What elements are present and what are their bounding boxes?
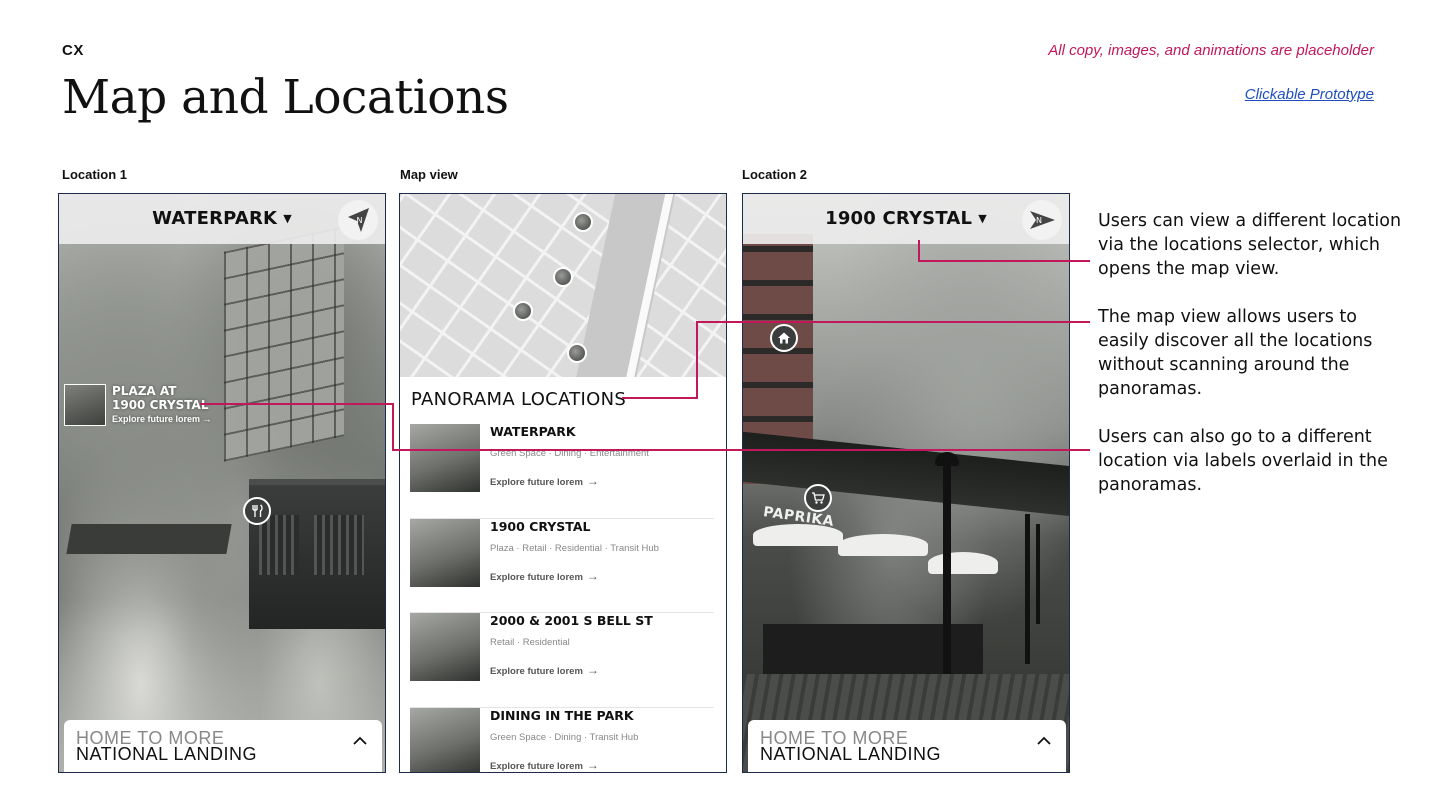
map[interactable]: [400, 194, 726, 377]
chevron-up-icon[interactable]: [352, 736, 368, 746]
page-title: Map and Locations: [62, 70, 509, 125]
explore-link-label: Explore future lorem: [490, 477, 583, 488]
annotation-labels: Users can also go to a different locatio…: [1098, 427, 1388, 495]
explore-link[interactable]: Explore future lorem →: [490, 474, 599, 488]
poi-title-line1: PLAZA AT: [112, 384, 177, 398]
umbrella: [838, 534, 928, 556]
location-selector[interactable]: 1900 CRYSTAL ▼: [743, 208, 1069, 229]
poi-thumbnail: [64, 384, 106, 426]
explore-link[interactable]: Explore future lorem →: [490, 569, 599, 583]
location-thumbnail: [410, 518, 480, 587]
location-tags: Green Space · Dining · Entertainment: [490, 448, 649, 459]
location-tags: Plaza · Retail · Residential · Transit H…: [490, 542, 659, 554]
arrow-right-icon: →: [586, 757, 599, 772]
location-name: WATERPARK: [490, 424, 576, 439]
street-lamp: [943, 459, 951, 674]
retail-pin[interactable]: [804, 484, 832, 512]
arrow-right-icon: →: [586, 663, 599, 677]
arrow-right-icon: →: [586, 474, 599, 488]
chevron-up-icon[interactable]: [1036, 736, 1052, 746]
home-icon: [778, 332, 790, 344]
location-tags: Green Space · Dining · Transit Hub: [490, 731, 639, 743]
explore-link-label: Explore future lorem: [490, 666, 583, 677]
kiosk: [249, 479, 385, 629]
explore-link[interactable]: Explore future lorem →: [490, 663, 599, 677]
map-pin[interactable]: [567, 343, 587, 363]
explore-link-label: Explore future lorem: [490, 760, 583, 772]
location-name: 1900 CRYSTAL: [490, 518, 591, 534]
info-card[interactable]: HOME TO MORE NATIONAL LANDING: [748, 720, 1066, 772]
placeholder-note: All copy, images, and animations are pla…: [1048, 42, 1374, 59]
mapview-screen: PANORAMA LOCATIONS WATERPARK Green Space…: [399, 193, 727, 773]
info-card[interactable]: HOME TO MORE NATIONAL LANDING: [64, 720, 382, 772]
clickable-prototype-link[interactable]: Clickable Prototype: [1245, 86, 1374, 103]
location-thumbnail: [410, 424, 480, 492]
card-line2: NATIONAL LANDING: [760, 744, 942, 764]
annotation-selector: Users can view a different location via …: [1098, 211, 1402, 279]
compass-button[interactable]: N: [338, 200, 378, 240]
arrow-right-icon: →: [586, 568, 599, 583]
street-lamp: [1025, 514, 1030, 664]
building-facade: [224, 226, 344, 462]
location1-screen: WATERPARK ▼ N PLAZA AT 1900 CRYSTAL Explo…: [58, 193, 386, 773]
list-item[interactable]: 2000 & 2001 S BELL ST Retail · Residenti…: [410, 613, 714, 708]
compass-icon: N: [1030, 211, 1055, 229]
poi-explore-link[interactable]: Explore future lorem →: [112, 414, 212, 424]
umbrella: [753, 524, 843, 546]
street-lamp: [1036, 524, 1040, 624]
compass-n: N: [357, 216, 363, 225]
dining-pin[interactable]: [243, 497, 271, 525]
poi-title-line2: 1900 CRYSTAL: [112, 398, 209, 412]
location-tags: Retail · Residential: [490, 637, 570, 648]
caret-down-icon: ▼: [283, 212, 292, 225]
residential-pin[interactable]: [770, 324, 798, 352]
annotation-mapview: The map view allows users to easily disc…: [1098, 307, 1373, 399]
compass-button[interactable]: N: [1022, 200, 1062, 240]
list-item[interactable]: DINING IN THE PARK Green Space · Dining …: [410, 707, 714, 772]
list-item[interactable]: WATERPARK Green Space · Dining · Enterta…: [410, 424, 714, 519]
location-selector[interactable]: WATERPARK ▼: [59, 208, 385, 229]
map-pin[interactable]: [513, 301, 533, 321]
location-name: 2000 & 2001 S BELL ST: [490, 613, 653, 628]
location-thumbnail: [410, 707, 480, 772]
cart-icon: [812, 492, 825, 504]
fork-knife-icon: [252, 504, 263, 517]
location-thumbnail: [410, 613, 480, 681]
card-line2: NATIONAL LANDING: [76, 744, 258, 764]
location1-label: Location 1: [62, 167, 128, 182]
panorama-list: WATERPARK Green Space · Dining · Enterta…: [410, 424, 714, 772]
explore-link[interactable]: Explore future lorem →: [490, 758, 599, 772]
list-item[interactable]: 1900 CRYSTAL Plaza · Retail · Residentia…: [410, 518, 714, 613]
panorama-locations-heading: PANORAMA LOCATIONS: [411, 389, 627, 410]
map-pin[interactable]: [573, 212, 593, 232]
location-name: DINING IN THE PARK: [490, 707, 634, 723]
compass-icon: N: [348, 208, 369, 232]
location-selector-label: WATERPARK: [152, 208, 278, 229]
section-tag: CX: [62, 42, 84, 59]
compass-n: N: [1036, 216, 1042, 225]
street-lamp-head: [935, 452, 959, 466]
location-topbar: 1900 CRYSTAL ▼ N: [743, 194, 1069, 244]
poi-label-plaza[interactable]: PLAZA AT 1900 CRYSTAL Explore future lor…: [64, 384, 212, 426]
explore-link-label: Explore future lorem: [490, 571, 583, 583]
location-topbar: WATERPARK ▼ N: [59, 194, 385, 244]
umbrella: [928, 552, 998, 574]
map-pin[interactable]: [553, 267, 573, 287]
pavilion-roof: [66, 524, 232, 554]
caret-down-icon: ▼: [978, 212, 987, 225]
mapview-label: Map view: [400, 167, 458, 182]
location2-screen: PAPRIKA 1900 CRYSTAL ▼ N HOME TO MORE NA…: [742, 193, 1070, 773]
location-selector-label: 1900 CRYSTAL: [825, 208, 973, 229]
location2-label: Location 2: [742, 167, 808, 182]
